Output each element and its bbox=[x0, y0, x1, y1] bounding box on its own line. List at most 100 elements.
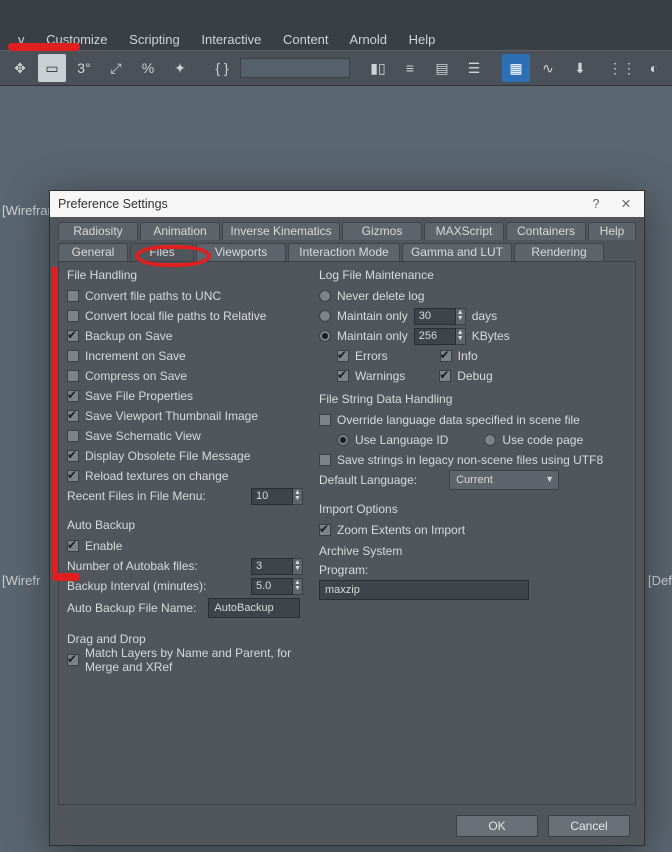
tab-files[interactable]: Files bbox=[130, 243, 194, 261]
menu-item-interactive[interactable]: Interactive bbox=[201, 32, 261, 47]
label: Recent Files in File Menu: bbox=[67, 489, 206, 503]
chk-info[interactable] bbox=[440, 350, 452, 362]
tab-interaction-mode[interactable]: Interaction Mode bbox=[288, 243, 400, 261]
main-menu-bar: v Customize Scripting Interactive Conten… bbox=[0, 25, 672, 50]
group-auto-backup: Auto Backup bbox=[67, 518, 303, 532]
named-selection-icon[interactable]: { } bbox=[208, 54, 236, 82]
chk-zoom-extents[interactable] bbox=[319, 524, 331, 536]
chk-convert-unc[interactable] bbox=[67, 290, 79, 302]
curve-editor-icon[interactable]: ∿ bbox=[534, 54, 562, 82]
menu-item-scripting[interactable]: Scripting bbox=[129, 32, 180, 47]
menu-item[interactable]: v bbox=[18, 32, 25, 47]
maintain-kb-spinner[interactable] bbox=[414, 328, 456, 345]
chk-utf8[interactable] bbox=[319, 454, 331, 466]
label: Use code page bbox=[502, 433, 583, 447]
recent-files-spinner[interactable] bbox=[251, 488, 293, 505]
chk-backup-on-save[interactable] bbox=[67, 330, 79, 342]
maintain-days-spinner bbox=[414, 308, 456, 325]
percent-snap-icon[interactable]: % bbox=[134, 54, 162, 82]
label: Maintain only bbox=[337, 329, 408, 343]
chk-errors[interactable] bbox=[337, 350, 349, 362]
rad-maintain-kbytes[interactable] bbox=[319, 330, 331, 342]
tab-general[interactable]: General bbox=[58, 243, 128, 261]
label: Debug bbox=[457, 369, 492, 383]
label: Reload textures on change bbox=[85, 469, 228, 483]
group-drag-drop: Drag and Drop bbox=[67, 632, 303, 646]
menu-item-arnold[interactable]: Arnold bbox=[349, 32, 387, 47]
angle-snap-icon[interactable]: 3° bbox=[70, 54, 98, 82]
chk-save-file-properties[interactable] bbox=[67, 390, 79, 402]
rad-never-delete[interactable] bbox=[319, 290, 331, 302]
material-editor-icon[interactable]: ◐ bbox=[640, 54, 668, 82]
chk-save-schematic[interactable] bbox=[67, 430, 79, 442]
tab-maxscript[interactable]: MAXScript bbox=[424, 222, 504, 240]
label: Warnings bbox=[355, 369, 405, 383]
label: Save Schematic View bbox=[85, 429, 201, 443]
chk-increment-on-save[interactable] bbox=[67, 350, 79, 362]
tool-icon[interactable]: ▭ bbox=[38, 54, 66, 82]
label: Enable bbox=[85, 539, 122, 553]
align-icon[interactable]: ≡ bbox=[396, 54, 424, 82]
group-import-options: Import Options bbox=[319, 502, 627, 516]
menu-item-content[interactable]: Content bbox=[283, 32, 329, 47]
viewport-label: [Def bbox=[648, 573, 672, 588]
backup-interval-spinner[interactable] bbox=[251, 578, 293, 595]
tab-gamma-lut[interactable]: Gamma and LUT bbox=[402, 243, 512, 261]
files-panel: File Handling Convert file paths to UNC … bbox=[58, 261, 636, 805]
spinner-arrows-icon[interactable]: ▲▼ bbox=[293, 488, 303, 505]
download-icon[interactable]: ⬇ bbox=[566, 54, 594, 82]
cancel-button[interactable]: Cancel bbox=[548, 815, 630, 837]
label: Compress on Save bbox=[85, 369, 187, 383]
autobak-count-spinner[interactable] bbox=[251, 558, 293, 575]
tab-gizmos[interactable]: Gizmos bbox=[342, 222, 422, 240]
chk-reload-textures[interactable] bbox=[67, 470, 79, 482]
spinner-arrows-icon[interactable]: ▲▼ bbox=[293, 578, 303, 595]
label: Save Viewport Thumbnail Image bbox=[85, 409, 258, 423]
chk-match-layers[interactable] bbox=[67, 654, 79, 666]
tab-rendering[interactable]: Rendering bbox=[514, 243, 604, 261]
named-selection-dropdown[interactable] bbox=[240, 58, 350, 78]
tab-viewports[interactable]: Viewports bbox=[196, 243, 286, 261]
chk-save-thumbnail[interactable] bbox=[67, 410, 79, 422]
dialog-title: Preference Settings bbox=[58, 197, 168, 211]
autobackup-name-input[interactable] bbox=[208, 598, 300, 618]
ribbon-icon[interactable]: ▦ bbox=[502, 54, 530, 82]
spinner-arrows-icon: ▲▼ bbox=[456, 308, 466, 325]
menu-item-help[interactable]: Help bbox=[409, 32, 436, 47]
ok-button[interactable]: OK bbox=[456, 815, 538, 837]
chk-autobackup-enable[interactable] bbox=[67, 540, 79, 552]
chk-warnings[interactable] bbox=[337, 370, 349, 382]
label: Program: bbox=[319, 563, 368, 577]
chk-convert-relative[interactable] bbox=[67, 310, 79, 322]
rad-maintain-days[interactable] bbox=[319, 310, 331, 322]
help-button[interactable]: ? bbox=[584, 191, 608, 217]
archive-program-input[interactable] bbox=[319, 580, 529, 600]
menu-item-customize[interactable]: Customize bbox=[46, 32, 107, 47]
move-tool-icon[interactable]: ✥ bbox=[6, 54, 34, 82]
rad-use-langid[interactable] bbox=[337, 434, 349, 446]
tab-radiosity[interactable]: Radiosity bbox=[58, 222, 138, 240]
snap-icon[interactable]: ⤢ bbox=[102, 54, 130, 82]
chk-compress-on-save[interactable] bbox=[67, 370, 79, 382]
schematic-icon[interactable]: ⋮⋮ bbox=[608, 54, 636, 82]
spinner-arrows-icon[interactable]: ▲▼ bbox=[293, 558, 303, 575]
close-button[interactable]: ✕ bbox=[614, 191, 638, 217]
spinner-snap-icon[interactable]: ✦ bbox=[166, 54, 194, 82]
chk-obsolete-msg[interactable] bbox=[67, 450, 79, 462]
chk-override-lang[interactable] bbox=[319, 414, 331, 426]
tab-inverse-kinematics[interactable]: Inverse Kinematics bbox=[222, 222, 340, 240]
default-language-select[interactable]: Current bbox=[449, 470, 559, 490]
tab-help[interactable]: Help bbox=[588, 222, 636, 240]
tab-animation[interactable]: Animation bbox=[140, 222, 220, 240]
label: Backup on Save bbox=[85, 329, 172, 343]
chk-debug[interactable] bbox=[439, 370, 451, 382]
tab-containers[interactable]: Containers bbox=[506, 222, 586, 240]
rad-use-codepage[interactable] bbox=[484, 434, 496, 446]
layer-panel-icon[interactable]: ▤ bbox=[428, 54, 456, 82]
spinner-arrows-icon[interactable]: ▲▼ bbox=[456, 328, 466, 345]
label: Auto Backup File Name: bbox=[67, 601, 196, 615]
group-file-handling: File Handling bbox=[67, 268, 303, 282]
label: days bbox=[472, 309, 497, 323]
mirror-icon[interactable]: ▮▯ bbox=[364, 54, 392, 82]
layers-icon[interactable]: ☰ bbox=[460, 54, 488, 82]
